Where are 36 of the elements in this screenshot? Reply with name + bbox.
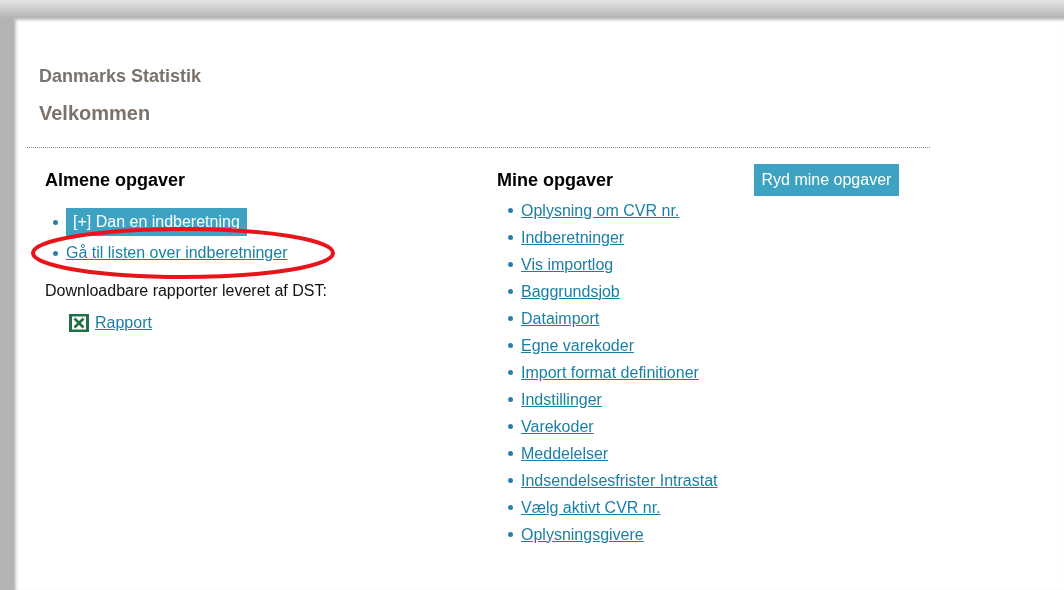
bullet-icon xyxy=(508,208,513,213)
task-link[interactable]: Vælg aktivt CVR nr. xyxy=(521,497,661,518)
task-link[interactable]: Meddelelser xyxy=(521,443,609,464)
bullet-icon xyxy=(508,478,513,483)
task-link[interactable]: Indsendelsesfrister Intrastat xyxy=(521,470,718,491)
task-link[interactable]: Vis importlog xyxy=(521,254,614,275)
task-link[interactable]: Baggrundsjob xyxy=(521,281,620,302)
bullet-icon xyxy=(508,397,513,402)
task-link[interactable]: Egne varekoder xyxy=(521,335,634,356)
bullet-icon xyxy=(508,262,513,267)
bullet-icon xyxy=(53,250,58,256)
bullet-icon xyxy=(508,424,513,429)
report-link[interactable]: Rapport xyxy=(95,313,152,333)
task-link[interactable]: Oplysningsgivere xyxy=(521,524,644,545)
bullet-icon xyxy=(508,451,513,456)
section-heading: Almene opgaver xyxy=(45,169,187,191)
task-link[interactable]: Indstillinger xyxy=(521,389,602,410)
task-link[interactable]: Oplysning om CVR nr. xyxy=(521,200,680,221)
bullet-icon xyxy=(508,289,513,294)
clear-tasks-button[interactable]: Ryd mine opgaver xyxy=(753,164,900,196)
task-link[interactable]: Indberetninger xyxy=(521,227,625,248)
bullet-icon xyxy=(508,316,513,321)
task-link[interactable]: Varekoder xyxy=(521,416,594,437)
task-link[interactable]: Dataimport xyxy=(521,308,600,329)
reports-label: Downloadbare rapporter leveret af DST: xyxy=(45,281,328,301)
bullet-icon xyxy=(508,343,513,348)
page-title: Velkommen xyxy=(39,101,152,125)
bullet-icon xyxy=(508,505,513,510)
section-heading: Mine opgaver xyxy=(497,169,615,191)
bullet-icon xyxy=(508,235,513,240)
bullet-icon xyxy=(53,219,58,225)
bullet-icon xyxy=(508,532,513,537)
spreadsheet-icon xyxy=(69,314,89,332)
bullet-icon xyxy=(508,370,513,375)
site-name: Danmarks Statistik xyxy=(39,65,203,87)
task-link[interactable]: Import format definitioner xyxy=(521,362,699,383)
